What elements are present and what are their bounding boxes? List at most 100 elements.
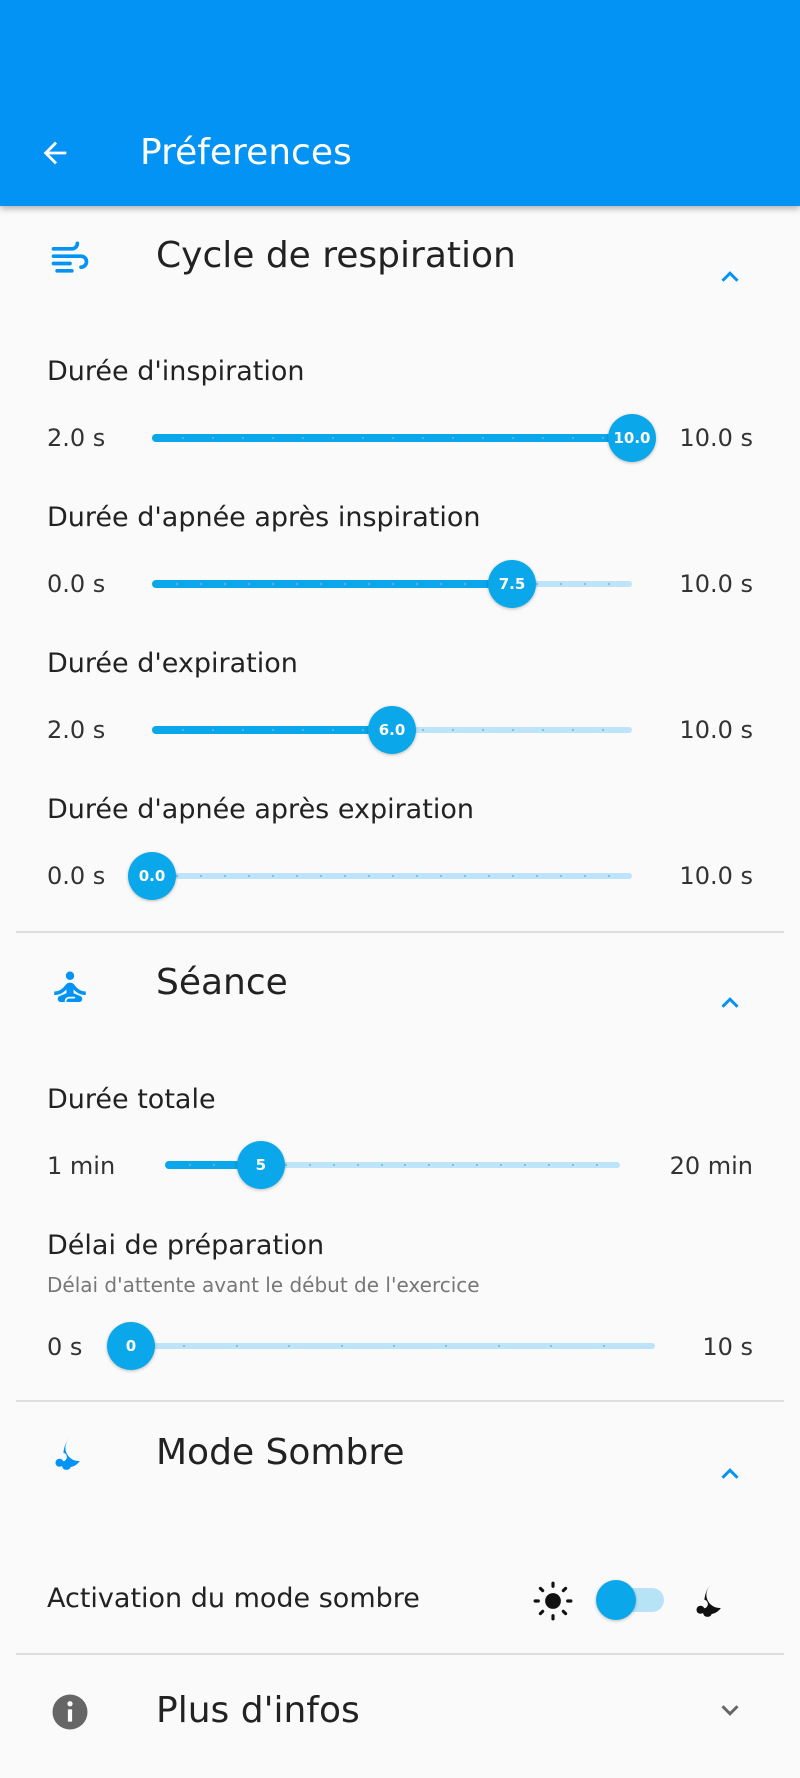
slider-tick xyxy=(602,437,604,439)
slider-tick xyxy=(302,437,304,439)
slider-tick xyxy=(340,1345,343,1347)
slider-tick xyxy=(235,1345,238,1347)
slider-tick xyxy=(464,583,466,585)
slider-min-label: 0 s xyxy=(47,1333,83,1361)
slider-ticks xyxy=(152,437,632,439)
app-bar: Préferences xyxy=(0,0,800,206)
slider-tick xyxy=(392,875,394,877)
slider-tick xyxy=(296,583,298,585)
slider-tick xyxy=(542,437,544,439)
chevron-up-icon[interactable] xyxy=(712,1456,748,1492)
slider-tick xyxy=(572,1164,575,1166)
dark-mode-toggle[interactable] xyxy=(596,1580,668,1620)
slider-ticks xyxy=(131,1345,655,1347)
slider-tick xyxy=(320,875,322,877)
chevron-up-icon[interactable] xyxy=(712,259,748,295)
arrow-left-icon xyxy=(43,141,67,165)
slider-thumb[interactable]: 0.0 xyxy=(128,852,176,900)
slider-tick xyxy=(332,1164,335,1166)
moon-icon xyxy=(690,1580,732,1622)
slider-tick xyxy=(320,583,322,585)
slider-tick xyxy=(332,437,334,439)
moon-icon xyxy=(44,1428,96,1480)
slider-min-label: 2.0 s xyxy=(47,424,106,452)
section-title: Mode Sombre xyxy=(156,1432,405,1473)
slider-tick xyxy=(512,437,514,439)
slider-thumb[interactable]: 6.0 xyxy=(368,706,416,754)
slider-tick xyxy=(512,729,514,731)
hold-after-exhale-slider[interactable]: 0.0 xyxy=(128,852,632,900)
slider-tick xyxy=(188,1164,191,1166)
slider-tick xyxy=(308,1164,311,1166)
slider-tick xyxy=(464,875,466,877)
slider-tick xyxy=(440,583,442,585)
slider-tick xyxy=(224,875,226,877)
slider-tick xyxy=(344,875,346,877)
slider-tick xyxy=(416,583,418,585)
pref-label: Durée d'inspiration xyxy=(47,356,305,387)
slider-tick xyxy=(393,1345,395,1347)
pref-label: Durée d'expiration xyxy=(47,648,298,679)
slider-thumb[interactable]: 5 xyxy=(236,1141,285,1189)
slider-thumb[interactable]: 7.5 xyxy=(488,560,536,608)
slider-tick xyxy=(572,437,574,439)
slider-tick xyxy=(212,1164,215,1166)
slider-max-label: 10.0 s xyxy=(679,570,753,598)
slider-min-label: 2.0 s xyxy=(47,716,106,744)
divider xyxy=(16,931,784,933)
slider-tick xyxy=(440,875,442,877)
section-title: Plus d'infos xyxy=(156,1690,360,1731)
slider-tick xyxy=(344,583,346,585)
slider-min-label: 1 min xyxy=(47,1152,116,1180)
slider-tick xyxy=(288,1345,291,1347)
slider-tick xyxy=(608,583,610,585)
slider-thumb[interactable]: 0 xyxy=(107,1322,155,1370)
slider-tick xyxy=(368,875,370,877)
slider-tick xyxy=(368,583,370,585)
back-button[interactable] xyxy=(32,130,78,176)
slider-tick xyxy=(452,437,454,439)
total-duration-slider[interactable]: 5 xyxy=(165,1141,620,1189)
chevron-down-icon[interactable] xyxy=(712,1692,748,1728)
slider-max-label: 10 s xyxy=(702,1333,753,1361)
info-icon xyxy=(44,1686,96,1738)
slider-tick xyxy=(524,1164,527,1166)
preparation-delay-slider[interactable]: 0 xyxy=(107,1322,655,1370)
slider-tick xyxy=(332,729,334,731)
slider-tick xyxy=(536,875,538,877)
section-title: Cycle de respiration xyxy=(156,235,516,276)
slider-tick xyxy=(416,875,418,877)
hold-after-inhale-slider[interactable]: 7.5 xyxy=(152,560,632,608)
slider-tick xyxy=(560,583,562,585)
slider-thumb[interactable]: 10.0 xyxy=(608,414,656,462)
toggle-thumb[interactable] xyxy=(596,1580,636,1620)
slider-tick xyxy=(482,437,484,439)
pref-label: Délai de préparation xyxy=(47,1230,325,1261)
slider-tick xyxy=(242,729,244,731)
slider-tick xyxy=(362,729,364,731)
slider-tick xyxy=(572,729,574,731)
slider-tick xyxy=(602,729,604,731)
slider-tick xyxy=(452,1164,455,1166)
slider-tick xyxy=(445,1345,448,1347)
slider-tick xyxy=(542,729,544,731)
slider-tick xyxy=(497,1345,500,1347)
slider-tick xyxy=(536,583,538,585)
slider-ticks xyxy=(152,583,632,585)
chevron-up-icon[interactable] xyxy=(712,985,748,1021)
slider-tick xyxy=(584,583,586,585)
slider-tick xyxy=(596,1164,599,1166)
slider-tick xyxy=(212,437,214,439)
slider-tick xyxy=(608,875,610,877)
slider-tick xyxy=(428,1164,431,1166)
dark-mode-label: Activation du mode sombre xyxy=(47,1583,420,1614)
slider-tick xyxy=(284,1164,287,1166)
slider-tick xyxy=(242,437,244,439)
slider-tick xyxy=(476,1164,479,1166)
slider-tick xyxy=(380,1164,383,1166)
exhale-duration-slider[interactable]: 6.0 xyxy=(152,706,632,754)
slider-tick xyxy=(272,875,274,877)
slider-tick xyxy=(512,875,514,877)
slider-tick xyxy=(356,1164,359,1166)
inhale-duration-slider[interactable]: 10.0 xyxy=(152,414,656,462)
